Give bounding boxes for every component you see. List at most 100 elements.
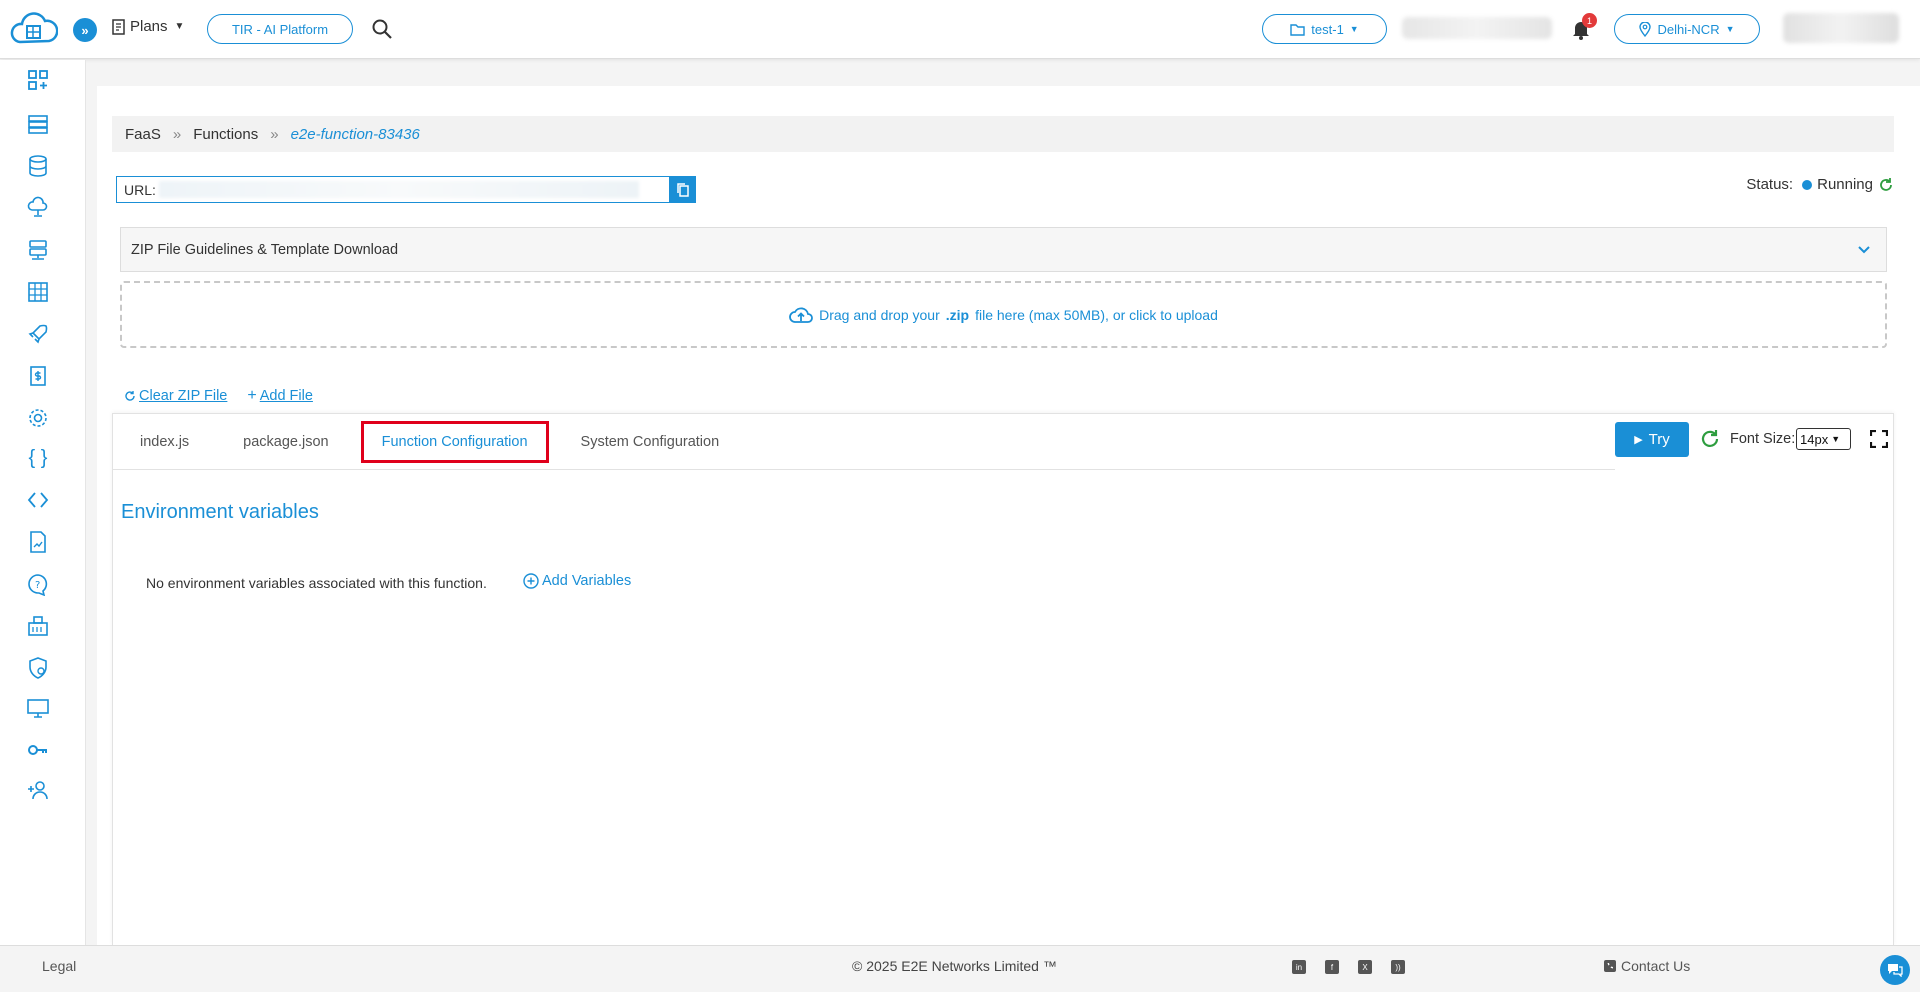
add-user-icon[interactable] xyxy=(26,778,50,802)
env-empty-message: No environment variables associated with… xyxy=(146,575,487,591)
chat-support-button[interactable] xyxy=(1880,955,1910,985)
plus-circle-icon xyxy=(523,573,539,589)
phone-icon xyxy=(1604,960,1616,972)
gear-icon[interactable] xyxy=(26,406,50,430)
container-icon[interactable] xyxy=(26,614,50,638)
x-twitter-icon[interactable]: X xyxy=(1358,960,1372,974)
plans-menu[interactable]: Plans ▼ xyxy=(111,18,184,35)
breadcrumb-functions[interactable]: Functions xyxy=(193,126,258,143)
editor-tabs: index.js package.json Function Configura… xyxy=(113,414,1615,470)
server-icon[interactable] xyxy=(26,112,50,136)
grid-icon[interactable] xyxy=(26,280,50,304)
folder-icon xyxy=(1290,23,1305,36)
facebook-icon[interactable]: f xyxy=(1325,960,1339,974)
rocket-icon[interactable] xyxy=(26,322,50,346)
chevron-down-icon xyxy=(1858,246,1870,254)
breadcrumb: FaaS » Functions » e2e-function-83436 xyxy=(112,116,1894,152)
clear-zip-button[interactable]: Clear ZIP File xyxy=(124,387,227,405)
play-icon: ▶ xyxy=(1634,434,1643,446)
status-label: Status: xyxy=(1746,176,1794,193)
font-size-label: Font Size: xyxy=(1730,431,1796,447)
key-icon[interactable] xyxy=(26,738,50,762)
region-label: Delhi-NCR xyxy=(1657,21,1720,37)
clear-zip-label: Clear ZIP File xyxy=(139,388,228,404)
tab-package-json[interactable]: package.json xyxy=(216,434,355,450)
reset-icon xyxy=(125,391,135,401)
location-pin-icon xyxy=(1639,21,1652,37)
expand-sidebar-button[interactable]: » xyxy=(73,18,97,42)
database-icon[interactable] xyxy=(26,154,50,178)
project-label: test-1 xyxy=(1311,21,1344,37)
url-value-blurred xyxy=(159,181,639,198)
cloud-network-icon[interactable] xyxy=(26,196,50,220)
monitor-icon[interactable] xyxy=(26,696,50,720)
editor-panel: index.js package.json Function Configura… xyxy=(112,413,1894,945)
plus-icon: + xyxy=(247,387,257,404)
security-shield-icon[interactable] xyxy=(26,656,50,680)
breadcrumb-faas[interactable]: FaaS xyxy=(125,126,161,143)
tab-index-js[interactable]: index.js xyxy=(113,434,216,450)
plans-icon xyxy=(112,18,125,35)
top-bar: » Plans ▼ TIR - AI Platform test-1 ▼ 1 D… xyxy=(0,0,1920,59)
caret-down-icon: ▼ xyxy=(1349,24,1359,34)
storage-icon[interactable] xyxy=(26,238,50,262)
user-profile-blurred[interactable] xyxy=(1783,13,1899,43)
tir-platform-button[interactable]: TIR - AI Platform xyxy=(207,14,353,44)
breadcrumb-separator: » xyxy=(270,125,279,143)
tab-system-configuration[interactable]: System Configuration xyxy=(554,434,747,450)
footer: Legal © 2025 E2E Networks Limited ™ in f… xyxy=(0,945,1920,992)
cloud-upload-icon xyxy=(789,307,814,323)
svg-text:?: ? xyxy=(35,580,40,591)
chevron-down-icon: ▼ xyxy=(1831,434,1841,444)
try-button[interactable]: ▶ Try xyxy=(1615,422,1689,457)
function-url-field[interactable]: URL: xyxy=(116,176,670,203)
fullscreen-icon[interactable] xyxy=(1870,430,1888,448)
linkedin-icon[interactable]: in xyxy=(1292,960,1306,974)
env-variables-title: Environment variables xyxy=(121,501,319,523)
guidelines-label: ZIP File Guidelines & Template Download xyxy=(131,241,399,258)
plans-label: Plans xyxy=(130,18,168,35)
font-size-select[interactable]: 14px ▼ xyxy=(1796,428,1851,450)
notification-badge: 1 xyxy=(1582,13,1597,28)
reset-code-icon[interactable] xyxy=(1699,428,1721,450)
caret-down-icon: ▼ xyxy=(1725,24,1735,34)
region-selector[interactable]: Delhi-NCR ▼ xyxy=(1614,14,1760,44)
font-size-value: 14px xyxy=(1800,431,1829,447)
contact-us-label: Contact Us xyxy=(1621,958,1691,974)
status-dot xyxy=(1802,179,1813,190)
social-links: in f X )) xyxy=(1292,960,1405,974)
rss-icon[interactable]: )) xyxy=(1391,960,1405,974)
refresh-icon[interactable] xyxy=(1878,177,1894,193)
dropzone-prefix: Drag and drop your xyxy=(819,306,940,323)
file-actions: Clear ZIP File + Add File xyxy=(124,387,313,405)
copy-icon xyxy=(676,183,689,197)
legal-link[interactable]: Legal xyxy=(42,958,76,974)
tab-function-configuration[interactable]: Function Configuration xyxy=(360,420,549,463)
zip-upload-dropzone[interactable]: Drag and drop your .zip file here (max 5… xyxy=(120,281,1887,348)
copy-url-button[interactable] xyxy=(669,176,696,203)
chat-bubble-icon xyxy=(1888,964,1903,977)
breadcrumb-current: e2e-function-83436 xyxy=(290,125,420,143)
add-variables-label: Add Variables xyxy=(542,573,632,589)
chat-question-icon[interactable]: ? xyxy=(26,572,50,596)
dropzone-ext: .zip xyxy=(945,306,970,323)
url-label: URL: xyxy=(124,181,156,198)
project-selector[interactable]: test-1 ▼ xyxy=(1262,14,1387,44)
try-label: Try xyxy=(1648,431,1670,448)
account-info-blurred xyxy=(1402,17,1552,39)
status-value: Running xyxy=(1817,176,1873,193)
e2e-cloud-logo-icon[interactable] xyxy=(10,8,58,50)
code-icon[interactable] xyxy=(26,488,50,512)
zip-guidelines-accordion[interactable]: ZIP File Guidelines & Template Download xyxy=(120,227,1887,272)
contact-us-link[interactable]: Contact Us xyxy=(1604,958,1690,974)
sidebar: { } ? xyxy=(0,60,86,945)
add-file-label: Add File xyxy=(259,388,313,404)
breadcrumb-separator: » xyxy=(172,125,182,143)
billing-icon[interactable] xyxy=(26,364,50,388)
add-file-button[interactable]: + Add File xyxy=(247,387,313,405)
file-chart-icon[interactable] xyxy=(26,530,50,554)
dashboard-add-icon[interactable] xyxy=(26,68,50,92)
add-variables-button[interactable]: Add Variables xyxy=(523,573,631,589)
search-icon[interactable] xyxy=(371,18,393,40)
braces-icon[interactable]: { } xyxy=(26,446,50,470)
